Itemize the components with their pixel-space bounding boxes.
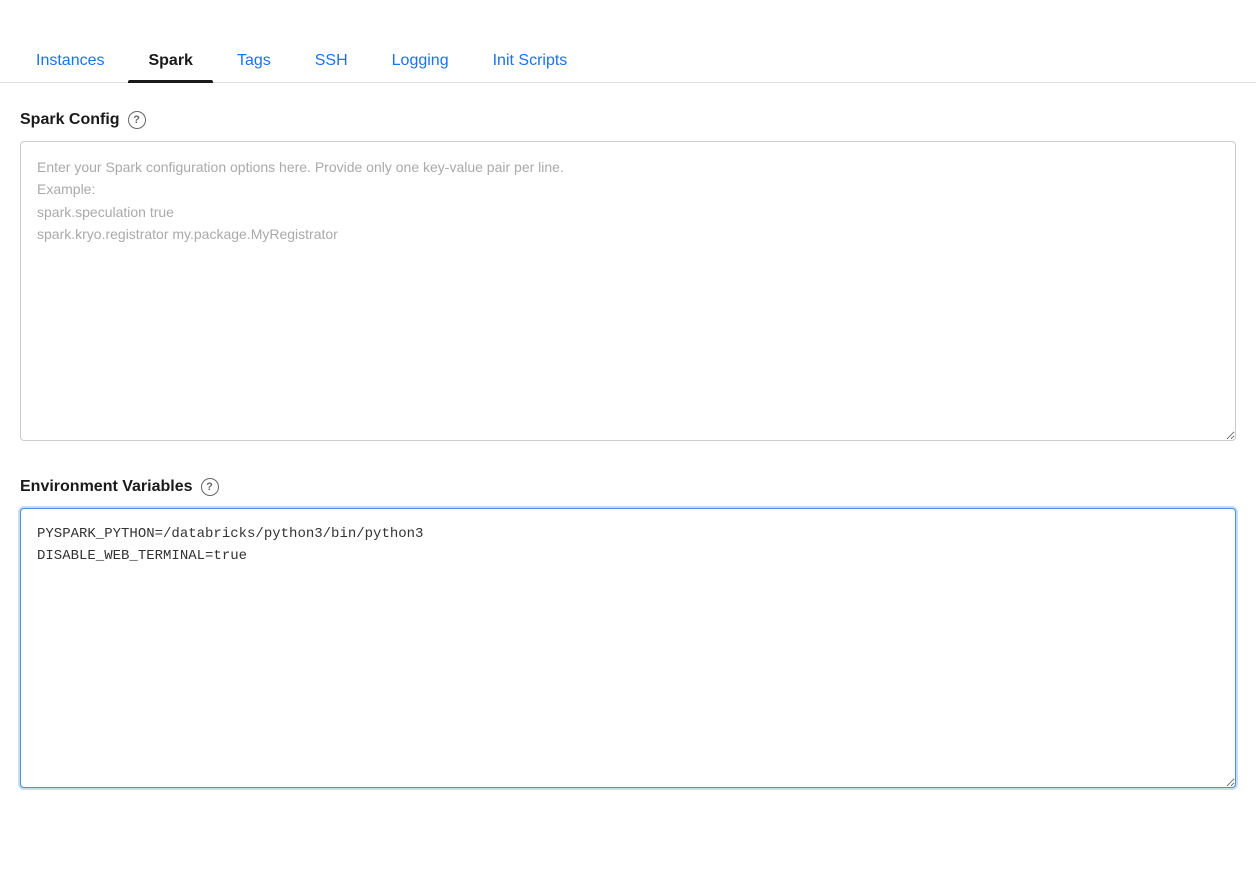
tab-logging[interactable]: Logging (372, 40, 469, 82)
env-variables-title: Environment Variables (20, 478, 193, 496)
env-variables-section: Environment Variables ? PYSPARK_PYTHON=/… (20, 478, 1236, 793)
env-variables-textarea[interactable]: PYSPARK_PYTHON=/databricks/python3/bin/p… (20, 508, 1236, 788)
tab-ssh[interactable]: SSH (295, 40, 368, 82)
env-variables-header: Environment Variables ? (20, 478, 1236, 496)
tab-bar: Instances Spark Tags SSH Logging Init Sc… (0, 0, 1256, 83)
tab-spark[interactable]: Spark (128, 40, 212, 82)
tab-tags[interactable]: Tags (217, 40, 291, 82)
main-content: Spark Config ? Environment Variables ? P… (0, 83, 1256, 853)
tab-instances[interactable]: Instances (16, 40, 124, 82)
tab-init-scripts[interactable]: Init Scripts (473, 40, 588, 82)
spark-config-header: Spark Config ? (20, 111, 1236, 129)
env-variables-help-icon[interactable]: ? (201, 478, 219, 496)
spark-config-textarea[interactable] (20, 141, 1236, 441)
spark-config-help-icon[interactable]: ? (128, 111, 146, 129)
spark-config-title: Spark Config (20, 111, 120, 129)
spark-config-section: Spark Config ? (20, 111, 1236, 446)
